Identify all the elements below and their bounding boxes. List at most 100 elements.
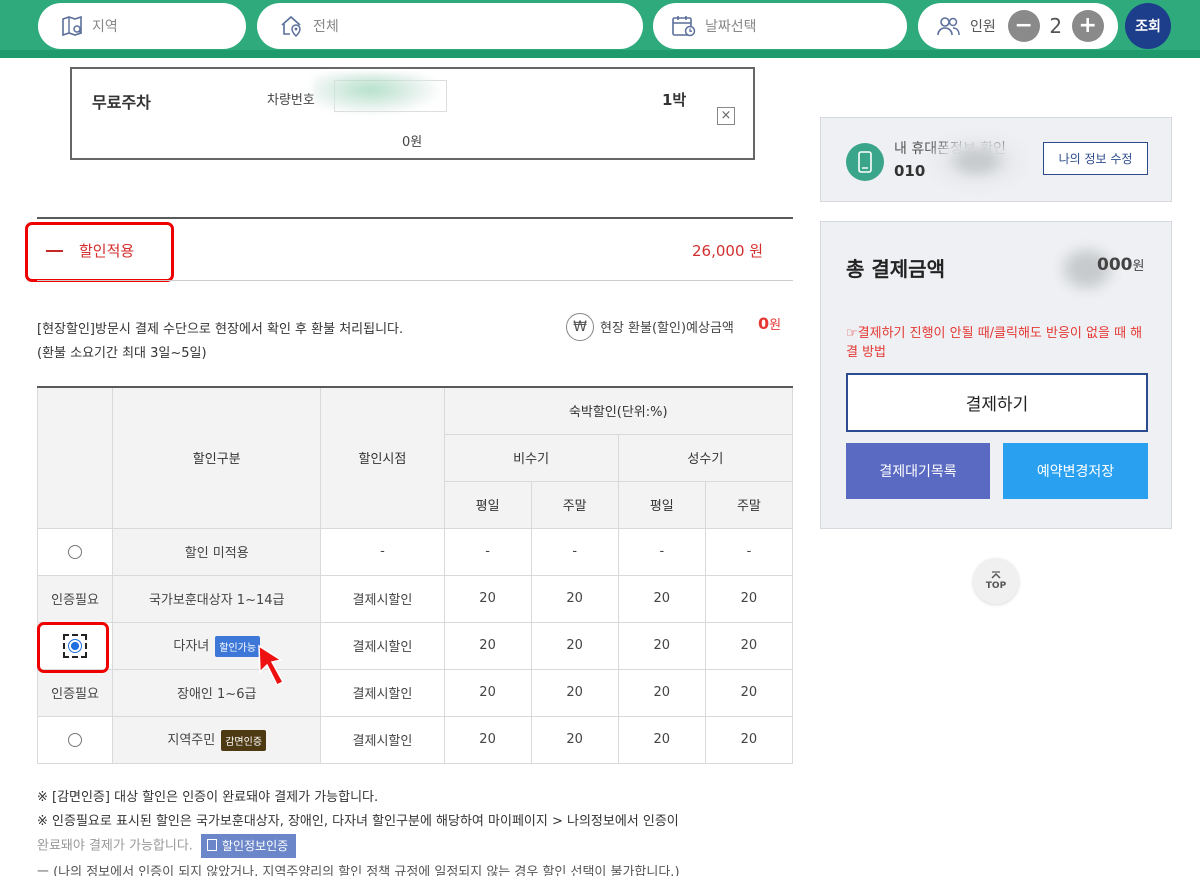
total-label: 총 결제금액: [846, 257, 945, 281]
date-selector[interactable]: 날짜선택: [653, 3, 907, 49]
blurred-phone-number: [927, 132, 1027, 190]
table-row: 지역주민 감면인증 결제시할인 20 20 20 20: [36, 715, 794, 764]
weekend-header: 주말: [530, 480, 619, 529]
increase-people-button[interactable]: +: [1071, 10, 1104, 42]
chevron-up-icon: [991, 571, 1001, 579]
type-selector[interactable]: 전체: [257, 3, 643, 49]
rate-cell: 20: [617, 668, 706, 717]
note-line: ※ 인증필요로 표시된 할인은 국가보훈대상자, 장애인, 다자녀 할인구분에 …: [37, 814, 679, 829]
refund-amount: 0: [758, 314, 770, 333]
peak-season-header: 성수기: [617, 433, 794, 482]
discount-table: 할인구분 할인시점 숙박할인(단위:%) 비수기 성수기 평일 주말 평일 주말…: [36, 386, 794, 764]
type-label: 전체: [313, 19, 339, 35]
refund-unit: 원: [769, 318, 782, 333]
note-line: ㅡ (나의 정보에서 인증이 되지 않았거나, 지역주양리의 할인 정책 규정에…: [37, 864, 680, 876]
pay-button[interactable]: 결제하기: [846, 373, 1148, 432]
search-button[interactable]: 조회: [1125, 3, 1171, 49]
stay-discount-header: 숙박할인(단위:%): [443, 386, 794, 435]
rate-cell: 20: [704, 715, 794, 764]
category-name: 지역주민: [167, 732, 216, 748]
save-reservation-change-button[interactable]: 예약변경저장: [1003, 443, 1148, 499]
table-row: 인증필요 장애인 1~6급 결제시할인 20 20 20 20: [36, 668, 794, 717]
home-location-icon: [281, 15, 301, 38]
category-cell: 할인 미적용: [112, 527, 322, 576]
off-season-header: 비수기: [443, 433, 619, 482]
note-line: 완료돼야 결제가 가능합니다. 할인정보인증: [37, 834, 680, 859]
rate-cell: 20: [443, 668, 532, 717]
date-label: 날짜선택: [705, 19, 757, 35]
remove-parking-icon[interactable]: ×: [717, 107, 735, 125]
discount-available-badge: 할인가능: [215, 635, 261, 657]
total-unit: 원: [1132, 259, 1145, 274]
table-row: 인증필요 국가보훈대상자 1~14급 결제시할인 20 20 20 20: [36, 574, 794, 623]
rate-cell: 20: [617, 715, 706, 764]
rate-cell: 20: [530, 621, 619, 670]
scroll-top-button[interactable]: TOP: [973, 558, 1019, 604]
refund-value: 0원: [758, 314, 781, 333]
rate-cell: 20: [530, 668, 619, 717]
rate-cell: 20: [704, 668, 794, 717]
parking-label: 무료주차: [92, 93, 151, 112]
total-value: 000: [1097, 255, 1133, 275]
discount-radio[interactable]: [68, 732, 83, 747]
reduction-verification-badge[interactable]: 감면인증: [221, 729, 267, 751]
weekday-header: 평일: [443, 480, 532, 529]
rate-cell: 20: [443, 621, 532, 670]
weekend-header: 주말: [704, 480, 794, 529]
search-bar: 지역 전체 날짜선택 인원 − 2 + 조회: [0, 0, 1200, 58]
select-header: [36, 386, 114, 529]
select-cell: [36, 527, 114, 576]
people-icon: [937, 17, 960, 36]
edit-my-info-button[interactable]: 나의 정보 수정: [1043, 142, 1148, 175]
rate-cell: 20: [530, 574, 619, 623]
decrease-people-button[interactable]: −: [1007, 10, 1040, 42]
phone-icon: [846, 143, 884, 181]
copy-icon: [206, 839, 217, 851]
select-cell: [36, 715, 114, 764]
notice-line: (환불 소요기간 최대 3일~5일): [37, 346, 207, 361]
weekday-header: 평일: [617, 480, 706, 529]
car-number-label: 차량번호: [267, 93, 315, 108]
arrow-pointer-icon: [258, 644, 285, 687]
refund-label: 현장 환불(할인)예상금액: [600, 321, 734, 336]
category-cell: 다자녀 할인가능: [112, 621, 322, 670]
verify-discount-button[interactable]: 할인정보인증: [200, 834, 297, 858]
calendar-icon: [672, 16, 696, 37]
category-cell: 장애인 1~6급: [112, 668, 322, 717]
parking-nights: 1박: [662, 91, 687, 109]
total-amount: 000원: [1097, 255, 1144, 275]
map-icon: [62, 15, 83, 37]
rate-cell: -: [443, 527, 532, 576]
discount-notes: ※ [감면인증] 대상 할인은 인증이 완료돼야 결제가 가능합니다. ※ 인증…: [37, 786, 680, 876]
payment-wait-list-button[interactable]: 결제대기목록: [846, 443, 990, 499]
region-selector[interactable]: 지역: [38, 3, 246, 49]
rate-cell: 20: [617, 621, 706, 670]
rate-cell: -: [530, 527, 619, 576]
won-icon: ₩: [566, 313, 594, 341]
rate-cell: 20: [617, 574, 706, 623]
category-cell: 국가보훈대상자 1~14급: [112, 574, 322, 623]
verify-button-label: 할인정보인증: [221, 839, 289, 853]
phone-info-panel: 내 휴대폰정보 확인 010 나의 정보 수정: [820, 117, 1172, 202]
parking-price: 0원: [402, 135, 423, 150]
phone-number: 010: [894, 162, 926, 180]
discount-radio[interactable]: [68, 544, 83, 559]
highlight-box: [25, 222, 174, 282]
discount-notice: [현장할인]방문시 결제 수단으로 현장에서 확인 후 환불 처리됩니다. (환…: [37, 318, 403, 366]
payment-help-link[interactable]: ☞결제하기 진행이 안될 때/클릭해도 반응이 없을 때 해결 방법: [846, 324, 1146, 362]
rate-cell: 20: [530, 715, 619, 764]
timing-header: 할인시점: [320, 386, 445, 529]
people-label: 인원: [970, 19, 996, 35]
category-header: 할인구분: [112, 386, 322, 529]
timing-cell: 결제시할인: [320, 715, 445, 764]
notice-line: [현장할인]방문시 결제 수단으로 현장에서 확인 후 환불 처리됩니다.: [37, 322, 404, 337]
parking-option: 무료주차 차량번호 1박 × 0원: [70, 67, 755, 160]
note-line: ※ [감면인증] 대상 할인은 인증이 완료돼야 결제가 가능합니다.: [37, 790, 379, 805]
rate-cell: 20: [704, 574, 794, 623]
rate-cell: -: [617, 527, 706, 576]
discount-amount: 26,000 원: [692, 242, 764, 260]
section-divider: [37, 217, 793, 219]
note-text: 완료돼야 결제가 가능합니다.: [37, 838, 193, 854]
category-name: 다자녀: [173, 638, 210, 654]
rate-cell: 20: [443, 715, 532, 764]
